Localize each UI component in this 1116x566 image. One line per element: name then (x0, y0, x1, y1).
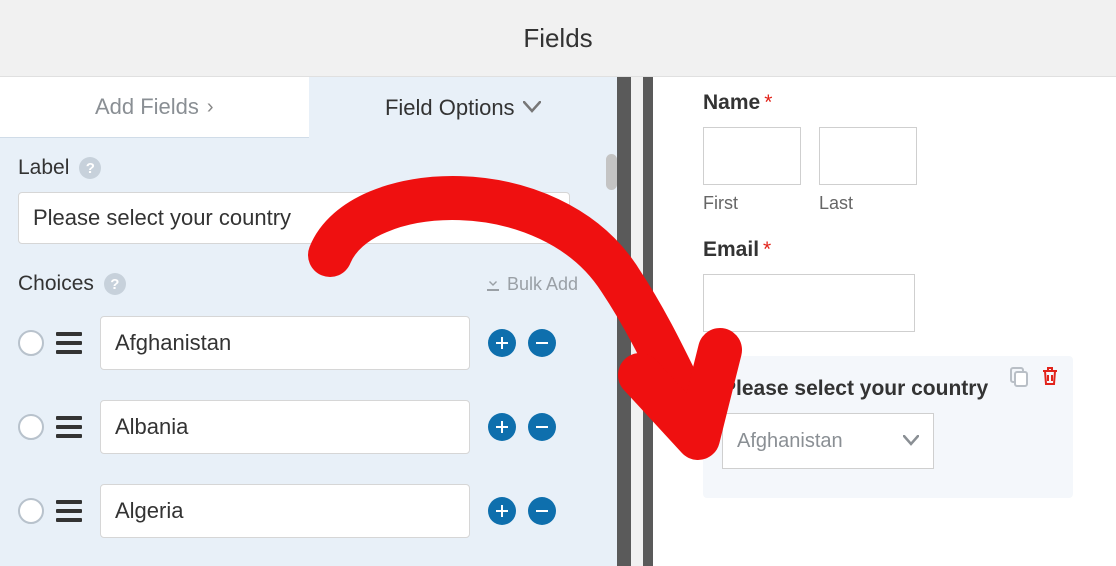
scrollbar-thumb[interactable] (606, 154, 617, 190)
label-input[interactable] (18, 192, 570, 244)
remove-choice-button[interactable] (528, 329, 556, 357)
choice-default-radio[interactable] (18, 414, 44, 440)
name-field-label: Name * (703, 91, 1088, 115)
duplicate-icon[interactable] (1008, 365, 1030, 392)
choice-row (18, 482, 599, 540)
choice-input[interactable] (100, 400, 470, 454)
choices-heading-text: Choices (18, 272, 94, 296)
required-asterisk: * (763, 238, 771, 262)
choice-actions (488, 413, 556, 441)
help-icon[interactable]: ? (79, 157, 101, 179)
country-field-label: Please select your country (722, 377, 1054, 401)
download-icon (485, 276, 501, 292)
add-choice-button[interactable] (488, 413, 516, 441)
choice-row (18, 398, 599, 456)
drag-handle-icon[interactable] (56, 416, 82, 438)
add-choice-button[interactable] (488, 497, 516, 525)
plus-icon (495, 336, 509, 350)
add-choice-button[interactable] (488, 329, 516, 357)
minus-icon (535, 336, 549, 350)
last-sublabel: Last (819, 193, 917, 214)
label-heading-text: Label (18, 156, 69, 180)
email-field-group: Email * (703, 238, 1088, 332)
first-name-input[interactable] (703, 127, 801, 185)
plus-icon (495, 504, 509, 518)
help-icon[interactable]: ? (104, 273, 126, 295)
choice-actions (488, 329, 556, 357)
bulk-add-link[interactable]: Bulk Add (485, 274, 578, 295)
drag-handle-icon[interactable] (56, 332, 82, 354)
last-name-col: Last (819, 127, 917, 214)
label-section-heading: Label ? (18, 156, 599, 180)
choice-row (18, 314, 599, 372)
tab-add-fields[interactable]: Add Fields › (0, 77, 309, 138)
choices-heading: Choices ? (18, 272, 126, 296)
email-field-label: Email * (703, 238, 1088, 262)
panel-body: Label ? Choices ? Bulk Add (0, 138, 617, 566)
tab-field-options-label: Field Options (385, 95, 515, 121)
minus-icon (535, 420, 549, 434)
first-sublabel: First (703, 193, 801, 214)
required-asterisk: * (764, 91, 772, 115)
name-field-group: Name * First Last (703, 91, 1088, 214)
name-label-text: Name (703, 91, 760, 115)
remove-choice-button[interactable] (528, 497, 556, 525)
selected-field-block[interactable]: Please select your country Afghanistan (703, 356, 1073, 498)
tabs: Add Fields › Field Options (0, 77, 617, 138)
chevron-down-icon (523, 96, 541, 119)
divider-bar (643, 77, 653, 566)
bulk-add-text: Bulk Add (507, 274, 578, 295)
preview-panel: Name * First Last Email * (653, 77, 1116, 566)
plus-icon (495, 420, 509, 434)
field-toolbar (1008, 365, 1060, 392)
chevron-right-icon: › (207, 96, 214, 119)
choices-header: Choices ? Bulk Add (18, 272, 578, 296)
name-row: First Last (703, 127, 1088, 214)
choice-default-radio[interactable] (18, 498, 44, 524)
drag-handle-icon[interactable] (56, 500, 82, 522)
trash-icon[interactable] (1040, 365, 1060, 392)
main-wrap: Add Fields › Field Options Label ? Choic… (0, 77, 1116, 566)
left-panel: Add Fields › Field Options Label ? Choic… (0, 77, 617, 566)
top-bar: Fields (0, 0, 1116, 77)
minus-icon (535, 504, 549, 518)
country-label-text: Please select your country (722, 377, 988, 401)
divider-bar (617, 77, 631, 566)
email-label-text: Email (703, 238, 759, 262)
page-title: Fields (523, 23, 592, 54)
choice-input[interactable] (100, 484, 470, 538)
chevron-down-icon (903, 430, 919, 453)
country-selected-text: Afghanistan (737, 430, 843, 453)
choice-actions (488, 497, 556, 525)
choice-default-radio[interactable] (18, 330, 44, 356)
tab-field-options[interactable]: Field Options (309, 77, 618, 138)
email-input[interactable] (703, 274, 915, 332)
choice-input[interactable] (100, 316, 470, 370)
choice-list (18, 314, 599, 540)
first-name-col: First (703, 127, 801, 214)
last-name-input[interactable] (819, 127, 917, 185)
panel-divider (617, 77, 653, 566)
tab-add-fields-label: Add Fields (95, 94, 199, 120)
country-dropdown[interactable]: Afghanistan (722, 413, 934, 469)
remove-choice-button[interactable] (528, 413, 556, 441)
